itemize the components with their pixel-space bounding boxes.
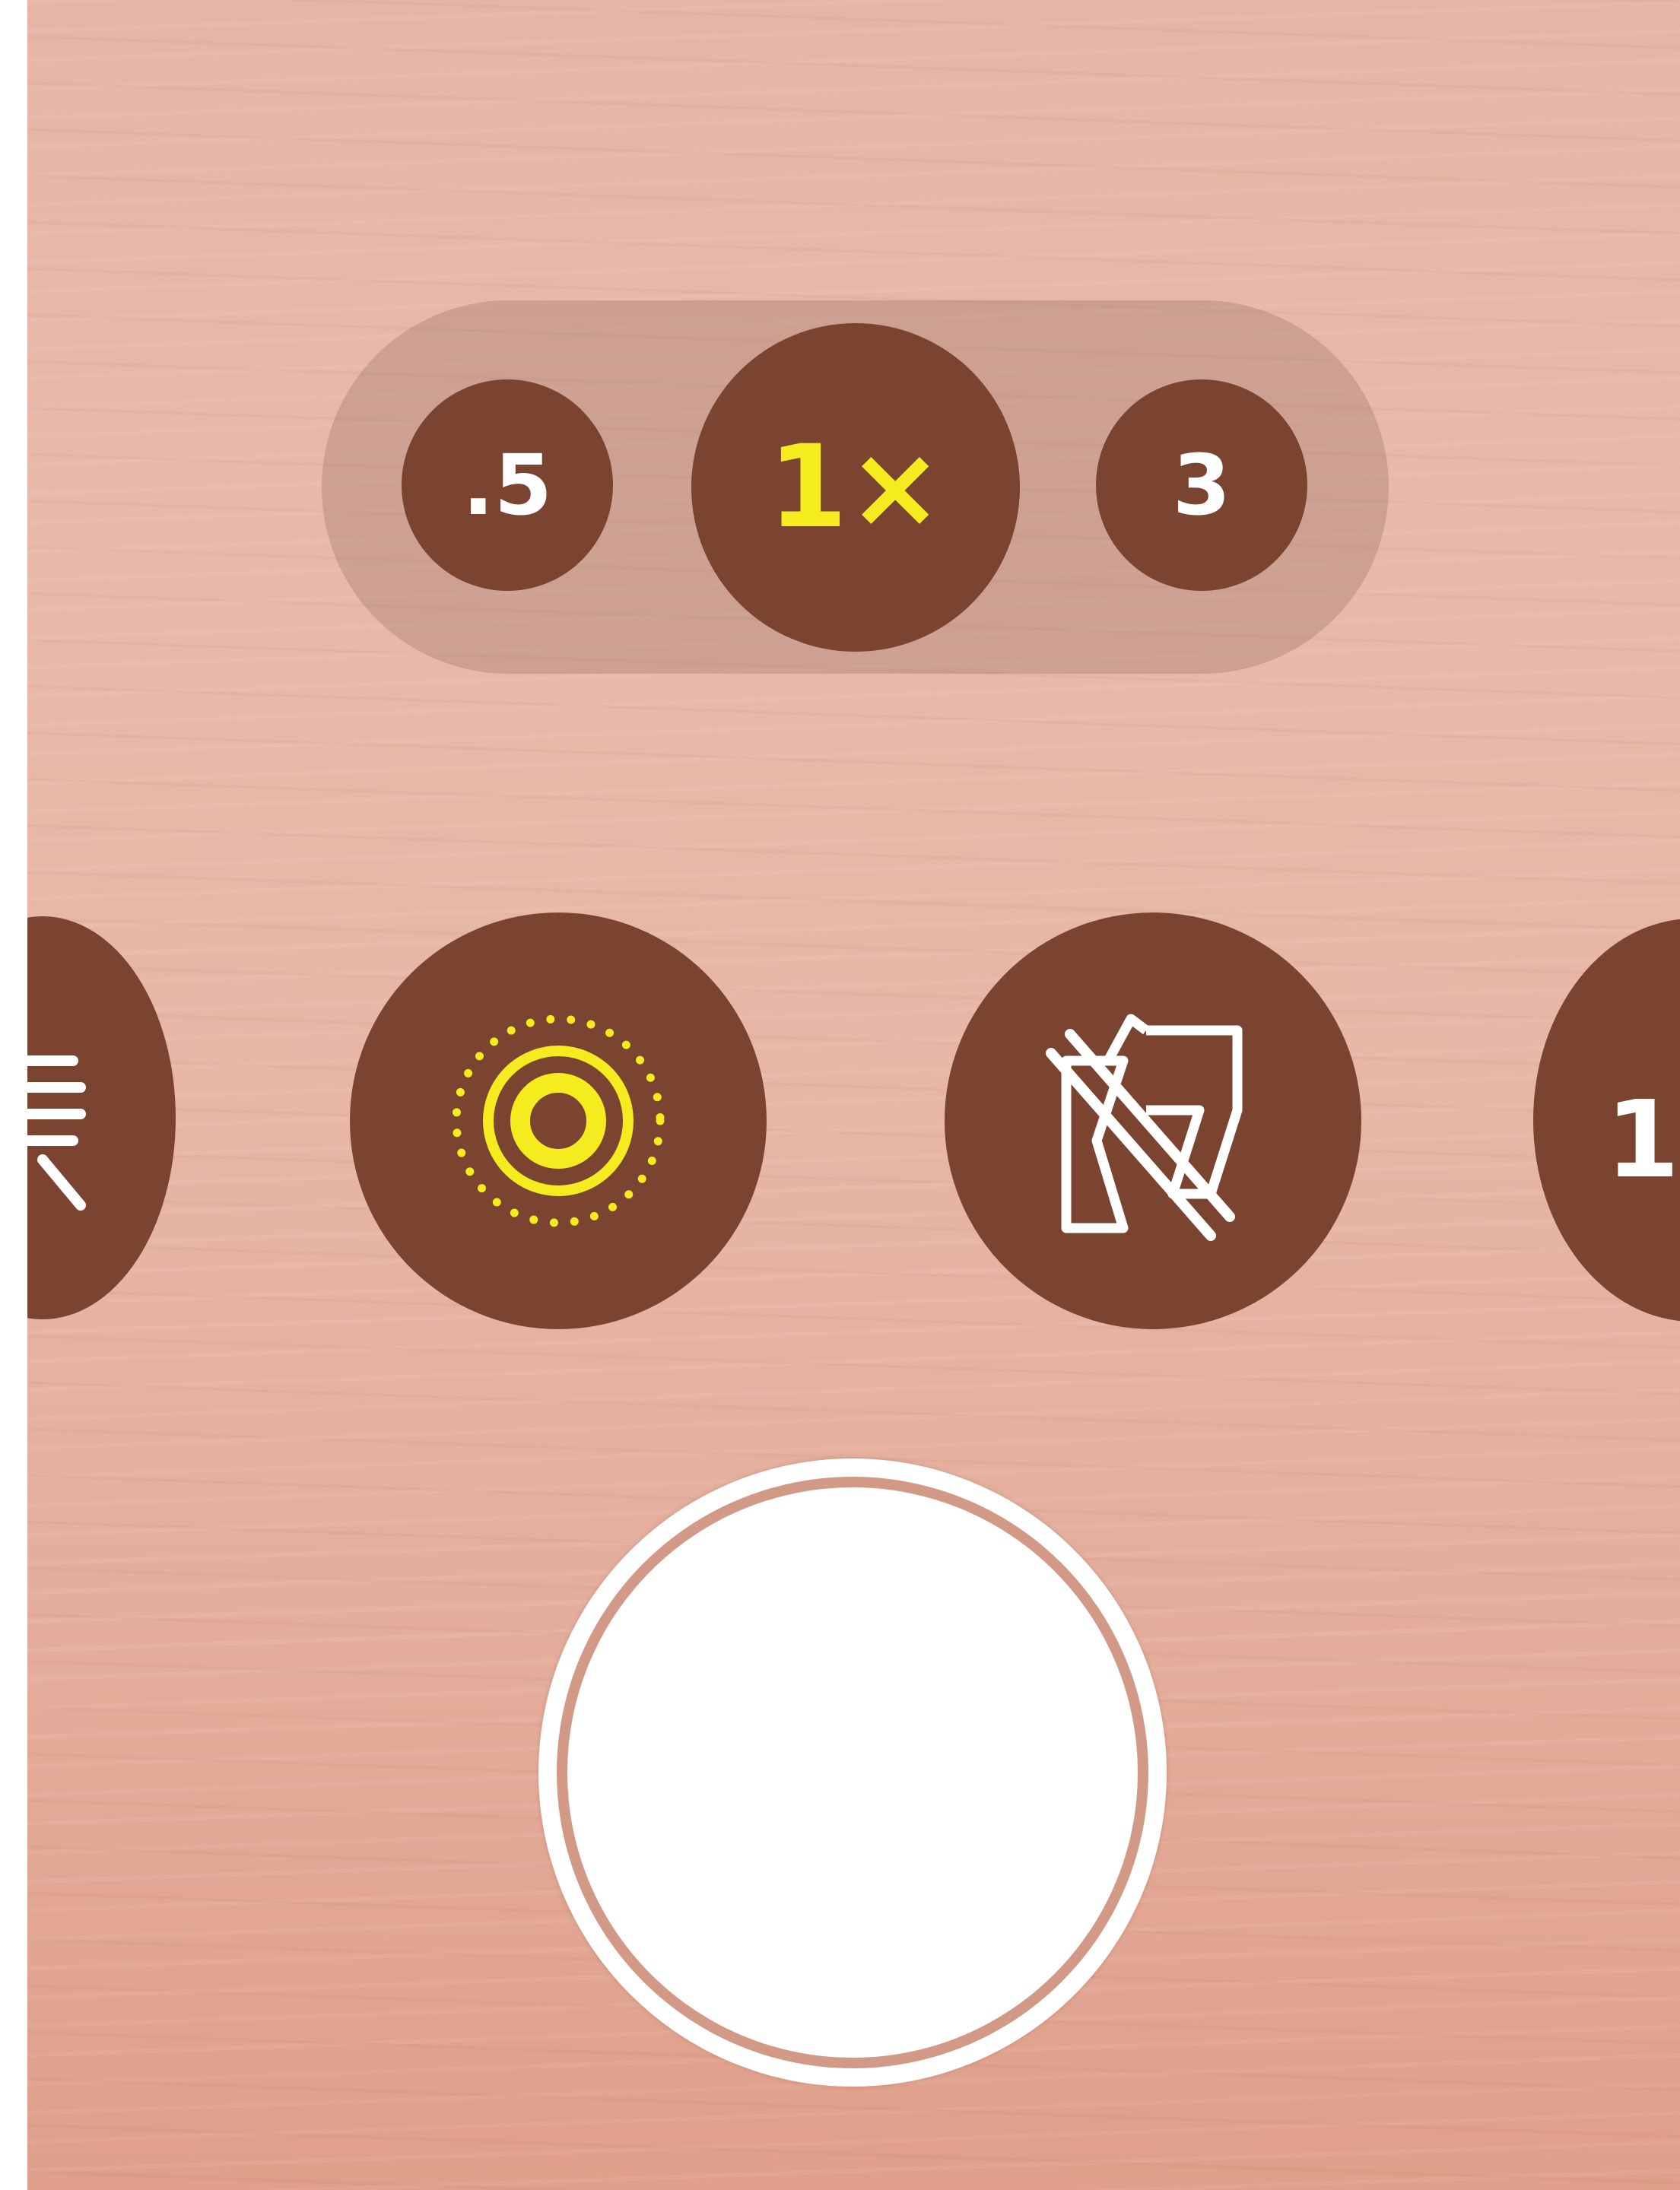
shutter-inner	[567, 1487, 1138, 2058]
camera-viewfinder[interactable]: .5 1× 3 1	[27, 0, 1680, 2190]
live-photo-button[interactable]	[350, 912, 767, 1329]
shutter-button[interactable]	[538, 1458, 1167, 2087]
aspect-ratio-label: 16	[1605, 1078, 1680, 1202]
filter-button[interactable]	[27, 916, 176, 1319]
aspect-ratio-button[interactable]: 16	[1533, 919, 1680, 1322]
live-photo-icon	[452, 1014, 665, 1227]
zoom-1x-label: 1×	[767, 421, 944, 554]
filter-icon	[27, 1055, 86, 1211]
zoom-3x-label: 3	[1172, 436, 1231, 534]
zoom-0-5-label: .5	[462, 436, 553, 534]
zoom-3x-button[interactable]: 3	[1096, 379, 1307, 591]
zoom-1x-button[interactable]: 1×	[691, 323, 1020, 652]
stabilization-button[interactable]	[945, 912, 1361, 1329]
zoom-0-5-button[interactable]: .5	[402, 379, 613, 591]
stabilization-off-icon	[1046, 1014, 1243, 1241]
